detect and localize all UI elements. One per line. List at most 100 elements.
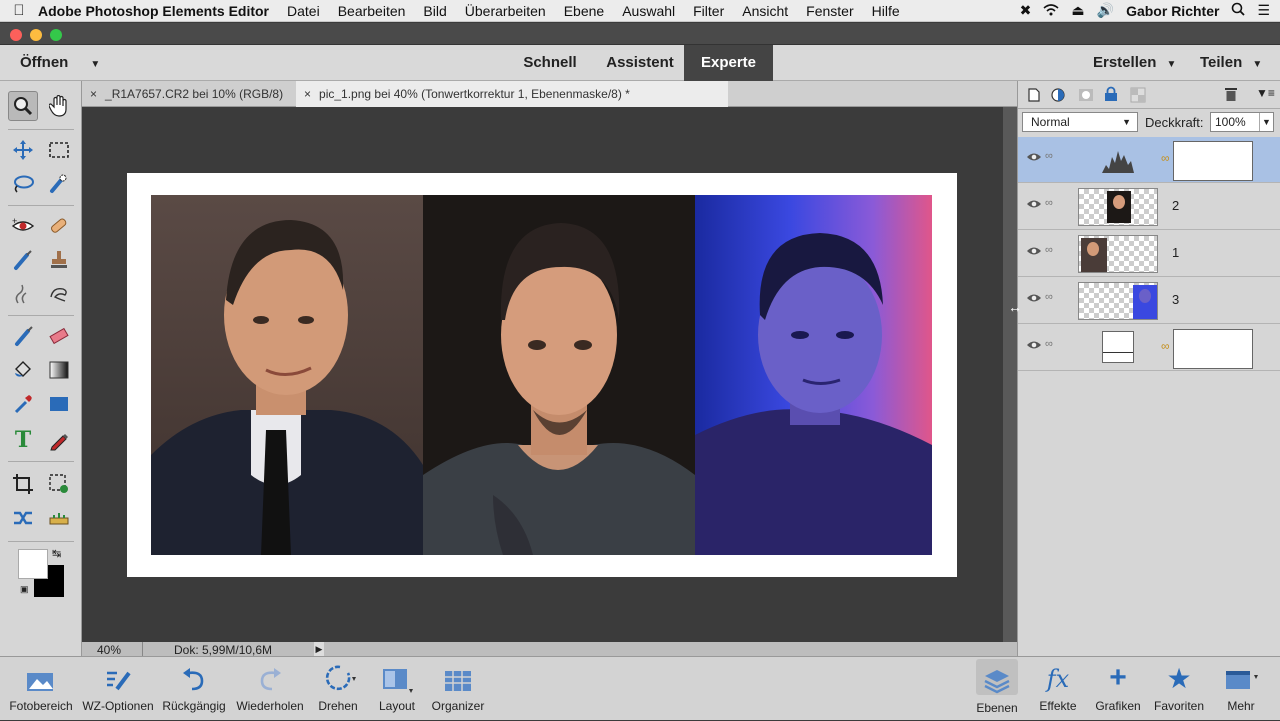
apple-icon[interactable]:  [0,2,38,19]
effects-button[interactable]: fx Effekte [1034,657,1082,721]
smart-brush-icon[interactable] [8,245,38,275]
favorites-button[interactable]: ★ Favoriten [1152,657,1206,721]
organizer-button[interactable]: Organizer [428,657,488,721]
layer-row-3[interactable]: ∞ 3 [1018,278,1280,324]
status-menu-arrow-icon[interactable]: ▶ [314,642,324,656]
layer-mask-thumbnail[interactable] [1173,141,1253,181]
rotate-button[interactable]: Drehen [310,657,366,721]
menu-datei[interactable]: Datei [287,3,320,19]
adjustment-layer-icon[interactable] [1050,87,1068,106]
menu-bearbeiten[interactable]: Bearbeiten [338,3,406,19]
menu-auswahl[interactable]: Auswahl [622,3,675,19]
minimize-window-button[interactable] [30,29,42,41]
gradient-tool-icon[interactable] [44,355,74,385]
rectangular-marquee-icon[interactable] [44,135,74,165]
close-window-button[interactable] [10,29,22,41]
bluetooth-icon[interactable]: ✖ [1020,2,1032,19]
blur-tool-icon[interactable] [8,279,38,309]
document-tab[interactable]: × _R1A7657.CR2 bei 10% (RGB/8) [82,81,294,107]
straighten-tool-icon[interactable] [44,503,74,533]
undo-button[interactable]: Rückgängig [158,657,230,721]
layer-row-background[interactable]: ∞ ∞ [1018,325,1280,371]
sponge-tool-icon[interactable] [44,279,74,309]
visibility-eye-icon[interactable] [1026,339,1042,355]
visibility-eye-icon[interactable] [1026,151,1042,167]
menu-fenster[interactable]: Fenster [806,3,853,19]
graphics-button[interactable]: + Grafiken [1092,657,1144,721]
user-name[interactable]: Gabor Richter [1126,3,1219,19]
menu-filter[interactable]: Filter [693,3,724,19]
photo-bin-button[interactable]: Fotobereich [4,657,78,721]
pencil-tool-icon[interactable] [44,425,74,455]
healing-brush-icon[interactable] [44,211,74,241]
notification-center-icon[interactable]: ☰ [1257,2,1270,19]
clone-stamp-icon[interactable] [44,245,74,275]
layout-button[interactable]: Layout [372,657,422,721]
foreground-color-swatch-top[interactable] [18,549,48,579]
lasso-tool-icon[interactable] [8,169,38,199]
close-tab-icon[interactable]: × [90,87,97,101]
mode-expert-tab[interactable]: Experte [684,45,773,81]
text-tool-icon[interactable]: T [8,425,38,455]
visibility-eye-icon[interactable] [1026,245,1042,261]
blend-mode-select[interactable]: Normal ▼ [1022,112,1138,132]
recompose-tool-icon[interactable] [44,469,74,499]
mask-link-icon[interactable]: ∞ [1161,151,1170,165]
menu-bild[interactable]: Bild [423,3,446,19]
more-button[interactable]: Mehr [1214,657,1268,721]
eject-icon[interactable]: ⏏ [1071,2,1084,19]
visibility-eye-icon[interactable] [1026,292,1042,308]
layer-row-2[interactable]: ∞ 2 [1018,184,1280,230]
zoom-level[interactable]: 40% [97,643,121,657]
move-tool-icon[interactable] [8,135,38,165]
content-aware-move-icon[interactable] [8,503,38,533]
swap-colors-icon[interactable]: ↹ [52,547,61,560]
hand-tool-icon[interactable] [44,91,74,121]
volume-icon[interactable]: 🔊 [1097,2,1114,19]
mode-guided-tab[interactable]: Assistent [596,45,684,81]
opacity-field[interactable]: 100% ▼ [1210,112,1274,132]
menu-hilfe[interactable]: Hilfe [872,3,900,19]
panel-menu-icon[interactable]: ▼≡ [1256,86,1275,100]
zoom-window-button[interactable] [50,29,62,41]
visibility-eye-icon[interactable] [1026,198,1042,214]
quick-selection-icon[interactable] [44,169,74,199]
crop-tool-icon[interactable] [8,469,38,499]
default-colors-icon[interactable]: ▣ [20,584,29,595]
link-icon[interactable]: ∞ [1045,291,1053,303]
spotlight-search-icon[interactable] [1231,2,1246,19]
brush-tool-icon[interactable] [8,321,38,351]
lock-layer-icon[interactable] [1104,86,1118,105]
link-icon[interactable]: ∞ [1045,197,1053,209]
zoom-tool-icon[interactable] [8,91,38,121]
link-icon[interactable]: ∞ [1045,338,1053,350]
mask-link-icon[interactable]: ∞ [1161,339,1170,353]
redo-button[interactable]: Wiederholen [230,657,310,721]
wifi-icon[interactable] [1043,3,1059,19]
layer-mask-thumbnail[interactable] [1173,329,1253,369]
vertical-scrollbar[interactable] [1003,107,1017,642]
eyedropper-tool-icon[interactable] [8,389,38,419]
menu-ebene[interactable]: Ebene [564,3,604,19]
close-tab-icon[interactable]: × [304,87,311,101]
layer-row-adjustment[interactable]: ∞ ∞ [1018,137,1280,183]
link-icon[interactable]: ∞ [1045,150,1053,162]
layers-panel-button[interactable]: Ebenen [972,657,1022,721]
paint-bucket-icon[interactable] [8,355,38,385]
open-button[interactable]: Öffnen ▼ [20,45,100,81]
new-layer-icon[interactable] [1026,87,1042,106]
link-icon[interactable]: ∞ [1045,244,1053,256]
eraser-tool-icon[interactable] [44,321,74,351]
document-tab-active[interactable]: × pic_1.png bei 40% (Tonwertkorrektur 1, … [296,81,728,107]
mode-quick-tab[interactable]: Schnell [512,45,588,81]
layer-row-1[interactable]: ∞ 1 [1018,231,1280,277]
tool-options-button[interactable]: WZ-Optionen [78,657,158,721]
menu-ueberarbeiten[interactable]: Überarbeiten [465,3,546,19]
shape-tool-icon[interactable] [44,389,74,419]
lock-transparent-icon[interactable] [1130,87,1146,106]
red-eye-tool-icon[interactable]: + [8,211,38,241]
app-name-menu[interactable]: Adobe Photoshop Elements Editor [38,3,269,19]
create-button[interactable]: Erstellen ▼ [1093,45,1176,81]
layer-mask-icon[interactable] [1078,87,1094,106]
menu-ansicht[interactable]: Ansicht [742,3,788,19]
